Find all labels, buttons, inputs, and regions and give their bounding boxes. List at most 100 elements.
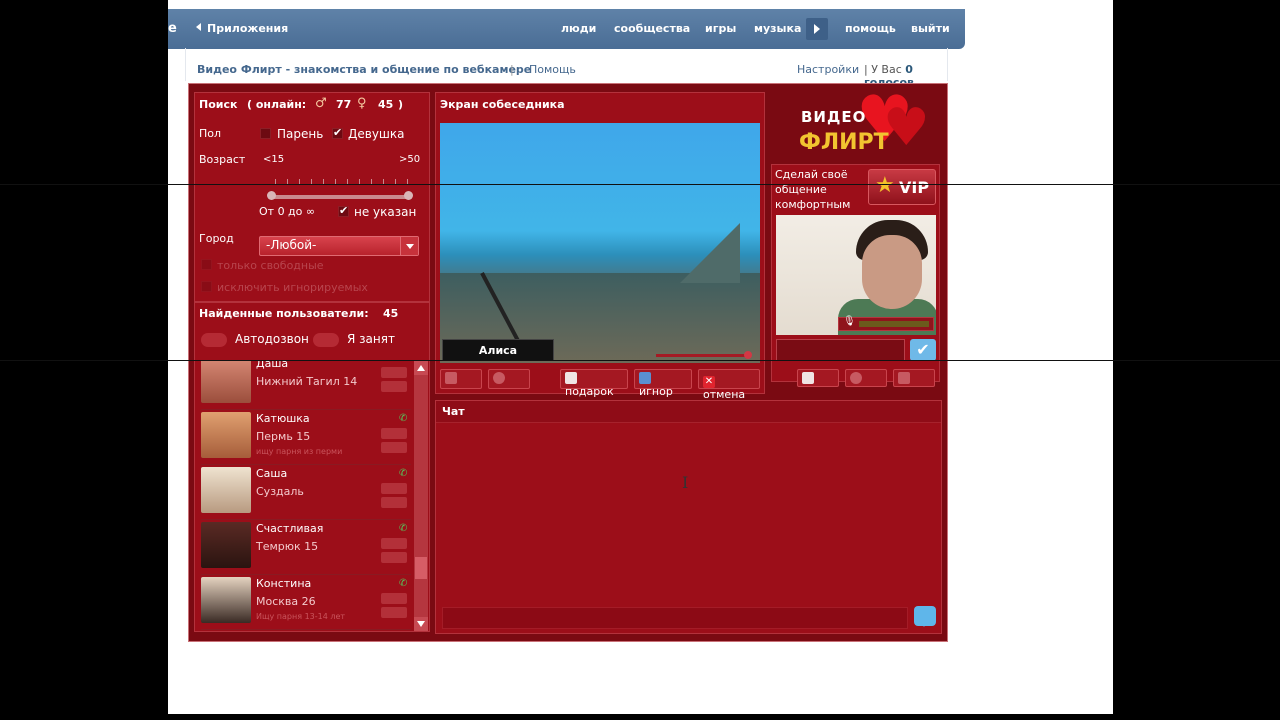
age-slider-track[interactable] [272, 195, 412, 199]
list-item[interactable]: Катюшка Пермь 15 ищу парня из перми ✆ [201, 410, 411, 465]
avatar[interactable] [201, 522, 251, 568]
user-city: Нижний Тагил 14 [256, 375, 358, 388]
app-help-link[interactable]: Помощь [529, 63, 576, 76]
chat-panel: Чат [435, 400, 942, 634]
close-icon: ✕ [703, 376, 715, 388]
busy-label[interactable]: Я занят [347, 332, 395, 346]
breadcrumb: Видео Флирт - знакомства и общение по ве… [185, 48, 948, 89]
record-button[interactable] [488, 369, 530, 389]
user-name[interactable]: Счастливая [256, 522, 323, 535]
busy-toggle[interactable] [313, 333, 339, 347]
autodial-label[interactable]: Автодозвон [235, 332, 309, 346]
avatar[interactable] [201, 577, 251, 623]
found-users-panel: Найденные пользователи: 45 Автодозвон Я … [194, 302, 430, 632]
check-icon[interactable]: ✔ [910, 339, 936, 361]
call-button[interactable] [381, 538, 407, 549]
user-list: Даша Нижний Тагил 14 Катюшка Пермь 15 ищ… [201, 361, 425, 631]
nav-apps-label: Приложения [207, 22, 289, 35]
cancel-button[interactable]: ✕отмена [698, 369, 760, 401]
nav-music[interactable]: музыка [754, 22, 801, 35]
search-panel: Поиск ( онлайн: ♂ 77 ♀ 45 ) Пол Парень Д… [194, 92, 430, 302]
app-settings-link[interactable]: Настройки [797, 63, 859, 76]
play-icon[interactable] [806, 18, 828, 40]
call-button[interactable] [381, 593, 407, 604]
user-name[interactable]: Саша [256, 467, 287, 480]
ignore-button[interactable]: игнор [634, 369, 692, 398]
user-name[interactable]: Катюшка [256, 412, 310, 425]
user-city: Пермь 15 [256, 430, 311, 443]
message-button[interactable] [381, 442, 407, 453]
message-button[interactable] [381, 607, 407, 618]
speech-bubble-icon[interactable] [914, 606, 936, 627]
scrollbar-thumb[interactable] [415, 557, 427, 579]
city-label: Город [199, 232, 234, 245]
exclude-ignored-checkbox[interactable] [201, 281, 212, 292]
partner-screen-title: Экран собеседника [440, 98, 565, 111]
app-title-link[interactable]: Видео Флирт - знакомства и общение по ве… [197, 63, 531, 76]
avatar[interactable] [201, 361, 251, 403]
only-free-checkbox[interactable] [201, 259, 212, 270]
list-item[interactable]: Даша Нижний Тагил 14 [201, 361, 411, 410]
age-label: Возраст [199, 153, 246, 166]
heart-icon: ♥ [883, 98, 930, 158]
chat-header: Чат [436, 401, 941, 423]
autodial-toggle[interactable] [201, 333, 227, 347]
user-name[interactable]: Констина [256, 577, 311, 590]
male-checkbox[interactable] [260, 128, 271, 139]
add-friend-button[interactable] [440, 369, 482, 389]
vip-button[interactable]: ★ VIP [868, 169, 936, 205]
age-unset-checkbox[interactable] [338, 204, 349, 217]
call-button[interactable] [381, 367, 407, 378]
chat-messages[interactable] [436, 424, 941, 604]
nav-logout[interactable]: выйти [911, 22, 950, 35]
age-max-label: >50 [399, 154, 421, 165]
online-close: ) [398, 98, 404, 111]
gift-button[interactable]: подарок [560, 369, 628, 398]
scroll-up-icon[interactable] [414, 361, 428, 375]
message-button[interactable] [381, 552, 407, 563]
list-item[interactable]: Саша Суздаль ✆ [201, 465, 411, 520]
message-button[interactable] [381, 381, 407, 392]
age-unset-label[interactable]: не указан [354, 205, 416, 219]
self-record-button[interactable] [845, 369, 887, 387]
age-slider-max-handle[interactable] [404, 191, 413, 200]
user-name[interactable]: Даша [256, 361, 288, 370]
self-gift-button[interactable] [797, 369, 839, 387]
avatar[interactable] [201, 467, 251, 513]
avatar[interactable] [201, 412, 251, 458]
age-slider-min-handle[interactable] [267, 191, 276, 200]
nav-apps-link[interactable]: Приложения [196, 22, 288, 35]
city-select[interactable]: -Любой- [259, 236, 419, 256]
list-item[interactable]: Счастливая Темрюк 15 ✆ [201, 520, 411, 575]
overlay-line-bottom [0, 360, 1280, 361]
scroll-down-icon[interactable] [414, 617, 428, 631]
user-list-scrollbar[interactable] [414, 361, 428, 631]
triangle-left-icon [196, 23, 201, 31]
self-photo-button[interactable] [893, 369, 935, 387]
phone-icon: ✆ [399, 413, 408, 424]
male-option-label[interactable]: Парень [277, 127, 323, 141]
female-checkbox[interactable] [332, 126, 343, 139]
volume-slider[interactable] [656, 351, 752, 359]
nav-people[interactable]: люди [561, 22, 596, 35]
online-label: ( онлайн: [247, 98, 307, 111]
vip-promo-text: Сделай своё общение комфортным [775, 168, 851, 211]
list-item[interactable]: Констина Москва 26 Ищу парня 13-14 лет ✆ [201, 575, 411, 630]
nav-help[interactable]: помощь [845, 22, 896, 35]
city-select-value: -Любой- [266, 238, 317, 252]
top-navigation-bar: е Приложения люди сообщества игры музыка… [168, 9, 965, 49]
age-min-label: <15 [263, 154, 285, 165]
call-button[interactable] [381, 483, 407, 494]
status-input[interactable] [776, 339, 905, 361]
nav-communities[interactable]: сообщества [614, 22, 690, 35]
chat-input[interactable] [442, 607, 908, 629]
call-button[interactable] [381, 428, 407, 439]
nav-games[interactable]: игры [705, 22, 736, 35]
message-button[interactable] [381, 497, 407, 508]
female-option-label[interactable]: Девушка [348, 127, 405, 141]
star-icon: ★ [875, 173, 895, 198]
found-users-title: Найденные пользователи: [199, 307, 369, 320]
volume-handle[interactable] [744, 351, 752, 359]
site-logo-stub[interactable]: е [168, 21, 177, 36]
mic-level-bar[interactable]: 🎙 [838, 316, 934, 331]
